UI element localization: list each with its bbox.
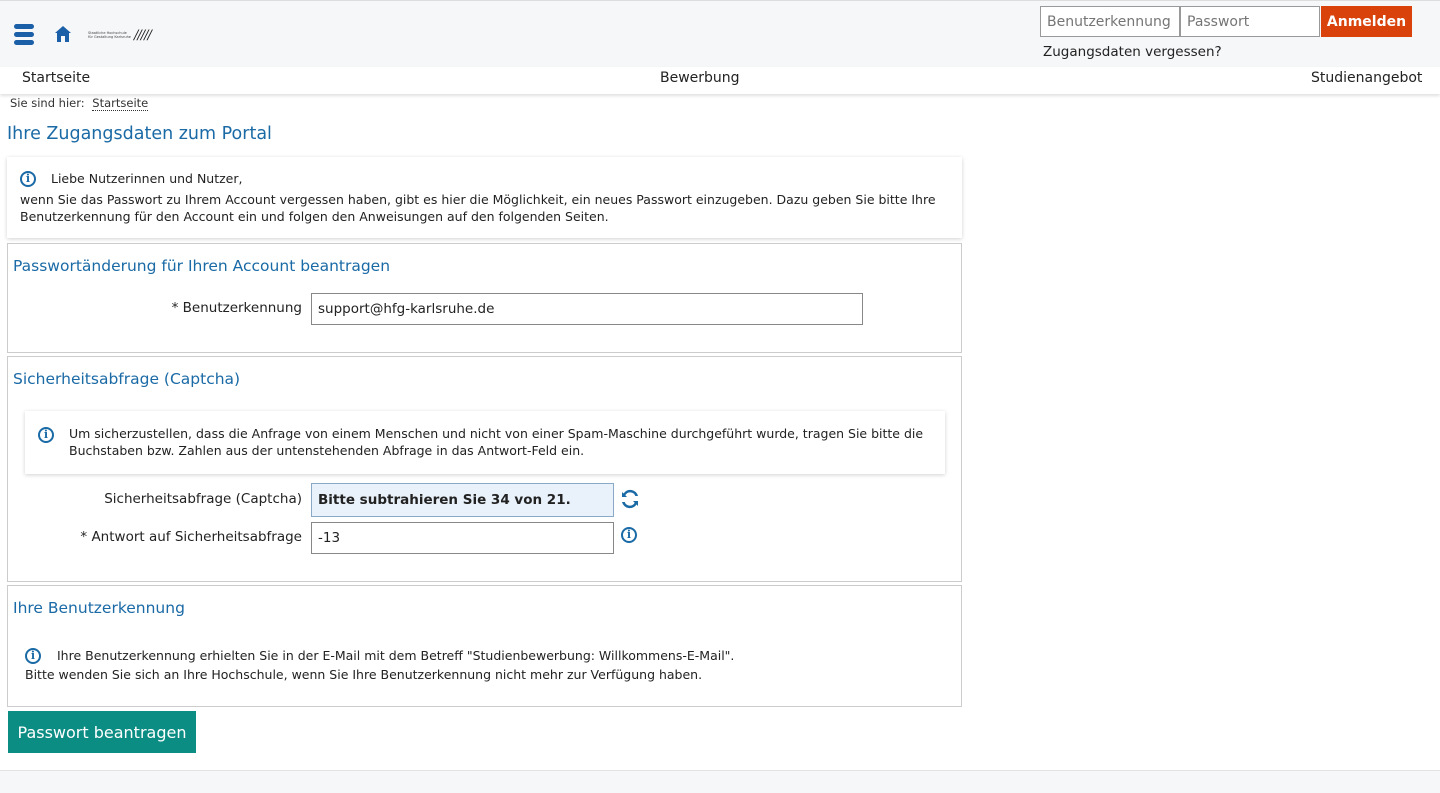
hfg-logo[interactable]: Staatliche Hochschule für Gestaltung Kar… [88,27,152,43]
username-label: * Benutzerkennung [171,300,302,316]
answer-label: * Antwort auf Sicherheitsabfrage [80,529,302,545]
intro-text: wenn Sie das Passwort zu Ihrem Account v… [20,192,936,224]
logo-marks: ///// [134,27,152,43]
login-password-input[interactable] [1180,6,1320,37]
home-icon[interactable] [54,25,72,43]
username-info-line-1: Ihre Benutzerkennung erhielten Sie in de… [57,648,735,663]
info-icon: i [38,427,54,443]
captcha-panel: Sicherheitsabfrage (Captcha) i Um sicher… [7,356,962,582]
username-input[interactable]: support@hfg-karlsruhe.de [311,293,863,325]
login-button[interactable]: Anmelden [1321,6,1412,37]
captcha-section-title: Sicherheitsabfrage (Captcha) [13,370,241,388]
username-info-panel: Ihre Benutzerkennung i Ihre Benutzerkenn… [7,585,962,707]
breadcrumb-link-startseite[interactable]: Startseite [92,96,149,111]
nav-item-studienangebot[interactable]: Studienangebot [1311,70,1422,86]
nav-item-bewerbung[interactable]: Bewerbung [660,70,740,86]
header: Staatliche Hochschule für Gestaltung Kar… [0,0,1440,67]
captcha-label: Sicherheitsabfrage (Captcha) [104,491,302,507]
captcha-info-box: i Um sicherzustellen, dass die Anfrage v… [25,411,945,474]
menu-icon[interactable] [14,24,34,46]
password-request-panel: Passwortänderung für Ihren Account beant… [7,243,962,353]
username-info-line-2: Bitte wenden Sie sich an Ihre Hochschule… [25,667,703,682]
breadcrumb: Sie sind hier: Startseite [10,96,149,111]
refresh-icon[interactable] [618,487,642,511]
username-section-title: Ihre Benutzerkennung [13,599,185,617]
info-icon: i [25,647,41,664]
intro-info-box: i Liebe Nutzerinnen und Nutzer, wenn Sie… [7,157,962,238]
page-title: Ihre Zugangsdaten zum Portal [7,124,272,144]
answer-help-icon[interactable]: i [621,527,637,543]
intro-greeting: Liebe Nutzerinnen und Nutzer, [51,171,243,186]
breadcrumb-prefix: Sie sind hier: [10,96,85,110]
login-username-input[interactable] [1040,6,1180,37]
logo-line-2: für Gestaltung Karlsruhe [88,35,131,39]
footer [0,770,1440,793]
nav-item-startseite[interactable]: Startseite [22,70,90,86]
captcha-answer-input[interactable]: -13 [311,522,614,554]
captcha-info-text: Um sicherzustellen, dass die Anfrage von… [69,426,924,458]
info-icon: i [20,170,36,187]
password-section-title: Passwortänderung für Ihren Account beant… [13,257,391,275]
captcha-question: Bitte subtrahieren Sie 34 von 21. [311,483,614,517]
main-nav: Startseite Bewerbung Studienangebot [0,67,1440,94]
submit-password-request-button[interactable]: Passwort beantragen [8,711,196,753]
forgot-credentials-link[interactable]: Zugangsdaten vergessen? [1043,44,1222,60]
